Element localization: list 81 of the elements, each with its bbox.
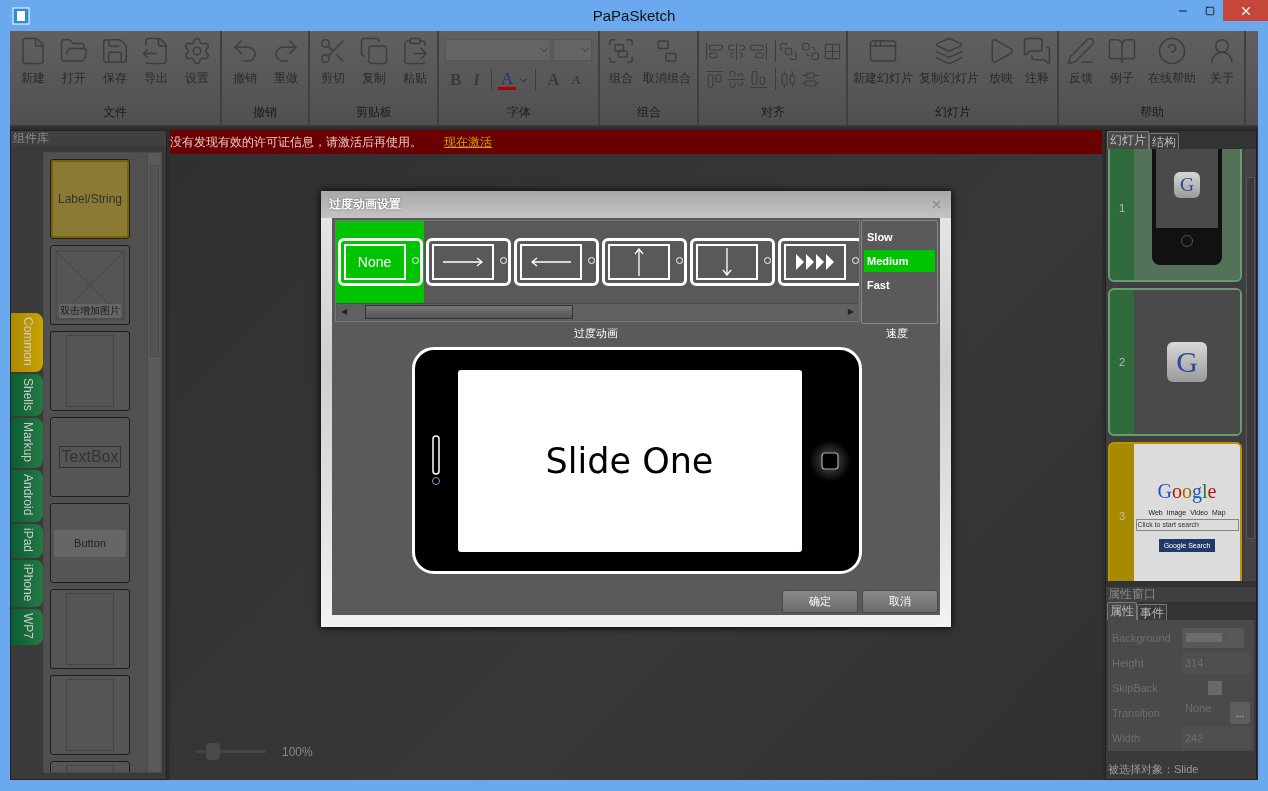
window-title: PaPaSketch	[592, 7, 676, 24]
button-sample: Button	[54, 529, 126, 557]
help-icon	[1156, 36, 1187, 66]
pen-icon	[1066, 36, 1097, 66]
category-tab[interactable]: WP7	[11, 609, 43, 646]
bring-front-icon[interactable]	[779, 41, 798, 61]
category-tab[interactable]: iPhone	[11, 559, 43, 608]
panel-tab[interactable]: 结构	[1149, 133, 1179, 149]
slide-number: 3	[1117, 509, 1127, 524]
panel-tab[interactable]: 幻灯片	[1107, 131, 1149, 149]
g-logo: G	[1174, 172, 1200, 198]
dialog-title: 过度动画设置	[329, 196, 401, 213]
category-tab[interactable]: Common	[11, 313, 43, 372]
slide-thumbnail[interactable]: 2 G	[1108, 288, 1242, 436]
align-right-icon[interactable]	[749, 41, 768, 61]
category-tab[interactable]: Shells	[11, 373, 43, 417]
scroll-right-arrow[interactable]: ▶	[843, 307, 858, 317]
scrollbar[interactable]: ◀ ▶	[337, 303, 858, 320]
component-item[interactable]: Label/String	[50, 159, 130, 239]
slide-number: 1	[1117, 201, 1127, 216]
scrollbar[interactable]	[147, 153, 161, 772]
license-message: 没有发现有效的许可证信息，请激活后再使用。	[170, 133, 422, 151]
scrollbar[interactable]	[1245, 149, 1256, 581]
activate-link[interactable]: 现在激活	[444, 133, 492, 151]
transition-label: 过度动画	[572, 325, 619, 341]
category-tab[interactable]: Markup	[11, 418, 43, 469]
component-item[interactable]	[50, 331, 130, 411]
close-button[interactable]	[930, 198, 943, 211]
distribute-horizontal-icon[interactable]	[779, 69, 798, 89]
arrow-icon	[530, 257, 571, 267]
component-item[interactable]	[50, 589, 130, 669]
close-button[interactable]	[1223, 0, 1268, 21]
panel-title: 属性窗口	[1106, 587, 1256, 602]
home-button-icon	[430, 434, 442, 487]
book-icon	[1107, 36, 1138, 66]
browse-button[interactable]: ...	[1230, 701, 1250, 724]
grid-icon[interactable]	[823, 41, 842, 61]
slide-number: 2	[1117, 355, 1127, 370]
label-text: Label/String	[57, 192, 122, 206]
slide-thumbnail[interactable]: 1 G	[1108, 149, 1242, 282]
color-dropdown[interactable]	[1182, 627, 1244, 648]
panel-title: 组件库	[11, 131, 166, 146]
scroll-left-arrow[interactable]: ◀	[337, 307, 352, 317]
speed-option[interactable]: Fast	[864, 274, 935, 296]
align-middle-icon[interactable]	[727, 69, 746, 89]
close-icon	[930, 198, 943, 211]
component-item[interactable]: Button	[50, 503, 130, 583]
speed-option[interactable]: Slow	[864, 226, 935, 248]
speed-label: 速度	[885, 325, 910, 341]
copy-icon	[358, 36, 389, 66]
dialog-button[interactable]: 确定	[782, 590, 858, 613]
app-icon	[12, 6, 30, 25]
category-tab[interactable]: Android	[11, 470, 43, 522]
align-bottom-icon[interactable]	[749, 69, 768, 89]
component-item[interactable]	[50, 675, 130, 755]
image-hint: 双击增加图片	[59, 304, 121, 318]
layers-icon	[934, 36, 965, 66]
arrow-icon	[442, 257, 483, 267]
zoom-reading: 100%	[282, 744, 313, 759]
maximize-icon	[1204, 5, 1215, 16]
align-left-icon[interactable]	[705, 41, 724, 61]
align-center-icon[interactable]	[727, 41, 746, 61]
chat-bubbles-icon	[1021, 36, 1052, 66]
send-back-icon[interactable]	[801, 41, 820, 61]
align-top-icon[interactable]	[705, 69, 724, 89]
arrow-icon	[633, 248, 644, 276]
slide-title: Slide One	[545, 440, 714, 481]
checkbox[interactable]	[1208, 680, 1222, 695]
speed-option[interactable]: Medium	[864, 250, 935, 272]
dialog-button[interactable]: 取消	[862, 590, 938, 613]
search-logo: Google	[1157, 480, 1217, 503]
g-logo: G	[1167, 342, 1207, 382]
panel-tab[interactable]: 属性	[1107, 602, 1137, 620]
selection-status: 被选择对象：Slide	[1107, 762, 1200, 777]
category-tab[interactable]: iPad	[11, 523, 43, 558]
camera-icon	[808, 438, 852, 483]
panel-tab[interactable]: 事件	[1137, 604, 1167, 620]
triangles-icon	[795, 254, 834, 270]
transition-option[interactable]: None	[336, 221, 424, 303]
arrow-icon	[721, 248, 732, 276]
component-item[interactable]: 双击增加图片	[50, 245, 130, 325]
